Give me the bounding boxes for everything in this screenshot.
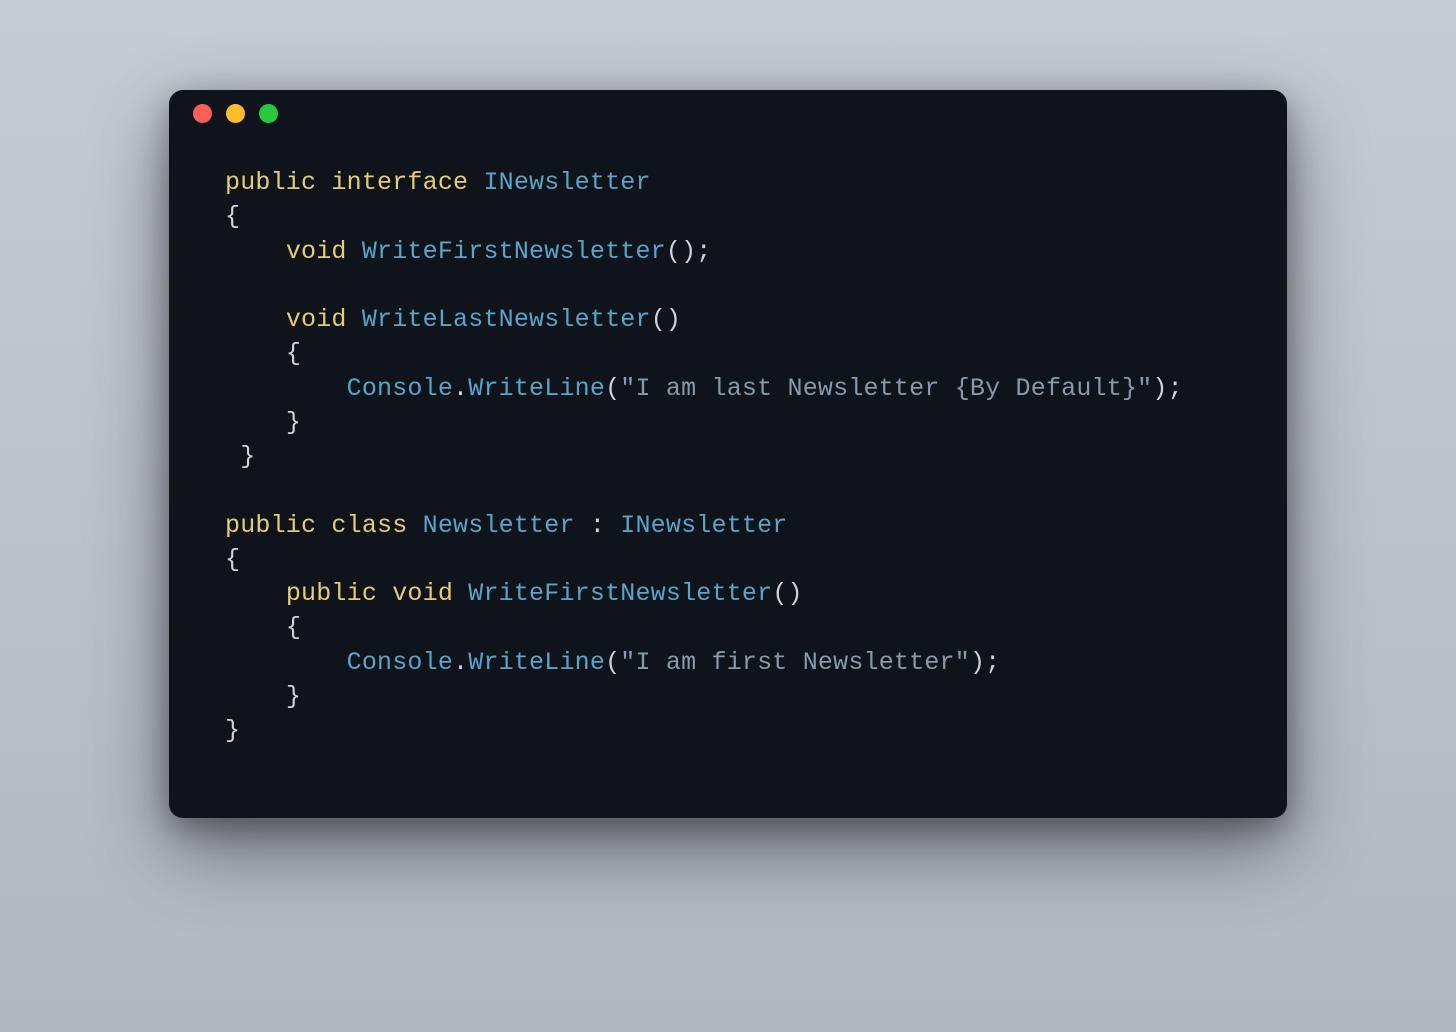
code-token [225,339,286,368]
code-token: } [225,716,240,745]
code-token: INewsletter [483,168,650,197]
code-line: } [225,714,1231,748]
code-token [316,511,331,540]
code-token [453,579,468,608]
code-token: void [286,305,347,334]
code-line: { [225,611,1231,645]
code-token [225,374,347,403]
code-token: public [225,511,316,540]
code-token [316,168,331,197]
code-line: } [225,680,1231,714]
code-token: INewsletter [620,511,787,540]
code-token: { [225,202,240,231]
code-line [225,474,1231,508]
code-token [225,682,286,711]
code-token [225,305,286,334]
code-token: public [225,168,316,197]
code-token [347,305,362,334]
code-token [575,511,590,540]
code-token [377,579,392,608]
code-line: Console.WriteLine("I am last Newsletter … [225,372,1231,406]
code-token: Console [347,648,453,677]
code-token: { [286,339,301,368]
code-line: { [225,200,1231,234]
code-token: Console [347,374,453,403]
code-window: public interface INewsletter{ void Write… [169,90,1287,818]
code-token: () [772,579,802,608]
maximize-icon[interactable] [259,104,278,123]
code-line: public class Newsletter : INewsletter [225,509,1231,543]
code-editor[interactable]: public interface INewsletter{ void Write… [169,136,1287,818]
code-line: void WriteLastNewsletter() [225,303,1231,337]
code-token: "I am last Newsletter {By Default}" [620,374,1152,403]
code-token: WriteFirstNewsletter [362,237,666,266]
code-line: { [225,543,1231,577]
code-token: ); [970,648,1000,677]
code-token [225,613,286,642]
code-token: } [286,408,301,437]
code-token: WriteLine [468,648,605,677]
code-token: (); [666,237,712,266]
code-token: { [225,545,240,574]
code-token: . [453,374,468,403]
code-line: } [225,440,1231,474]
code-token: "I am first Newsletter" [620,648,970,677]
code-line: public interface INewsletter [225,166,1231,200]
code-token: Newsletter [423,511,575,540]
code-token [347,237,362,266]
code-token: WriteFirstNewsletter [468,579,772,608]
code-token: void [392,579,453,608]
code-line: { [225,337,1231,371]
code-token [225,408,286,437]
code-token [407,511,422,540]
code-token: WriteLine [468,374,605,403]
code-token: : [590,511,605,540]
code-token: } [286,682,301,711]
code-token: ); [1152,374,1182,403]
code-token: class [331,511,407,540]
code-token: } [240,442,255,471]
code-token: () [651,305,681,334]
code-line [225,269,1231,303]
code-line: public void WriteFirstNewsletter() [225,577,1231,611]
code-token: public [286,579,377,608]
titlebar [169,90,1287,136]
code-token [225,579,286,608]
minimize-icon[interactable] [226,104,245,123]
code-line: } [225,406,1231,440]
code-token [468,168,483,197]
code-token [225,442,240,471]
code-token: ( [605,374,620,403]
code-line: Console.WriteLine("I am first Newsletter… [225,646,1231,680]
code-token: void [286,237,347,266]
code-token [225,648,347,677]
code-token: ( [605,648,620,677]
code-token: interface [331,168,468,197]
code-token: { [286,613,301,642]
code-line: void WriteFirstNewsletter(); [225,235,1231,269]
code-token [605,511,620,540]
code-token: WriteLastNewsletter [362,305,651,334]
close-icon[interactable] [193,104,212,123]
code-token: . [453,648,468,677]
code-token [225,237,286,266]
